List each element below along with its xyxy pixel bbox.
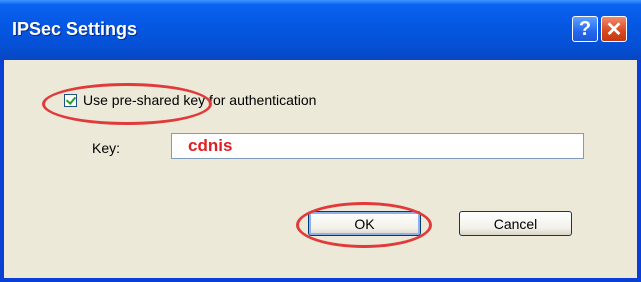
window-title: IPSec Settings xyxy=(12,19,138,39)
preshared-key-checkbox[interactable] xyxy=(64,93,77,107)
dialog-body: Use pre-shared key for authentication Ke… xyxy=(4,60,637,278)
cancel-button[interactable]: Cancel xyxy=(459,211,572,236)
ok-label: OK xyxy=(354,215,375,232)
key-input[interactable]: cdnis xyxy=(171,133,584,159)
key-label: Key: xyxy=(92,140,121,156)
close-icon: ✕ xyxy=(605,18,623,41)
cancel-label: Cancel xyxy=(493,215,538,232)
ipsec-settings-dialog: IPSec Settings ? ✕ Use pre-shared key fo… xyxy=(0,0,641,282)
preshared-key-label: Use pre-shared key for authentication xyxy=(83,92,317,108)
preshared-key-option[interactable]: Use pre-shared key for authentication xyxy=(64,92,316,108)
ok-button[interactable]: OK xyxy=(308,211,421,236)
help-icon: ? xyxy=(578,17,592,40)
close-button[interactable]: ✕ xyxy=(601,16,627,42)
help-button[interactable]: ? xyxy=(572,16,598,42)
title-bar: IPSec Settings ? ✕ xyxy=(0,0,641,60)
